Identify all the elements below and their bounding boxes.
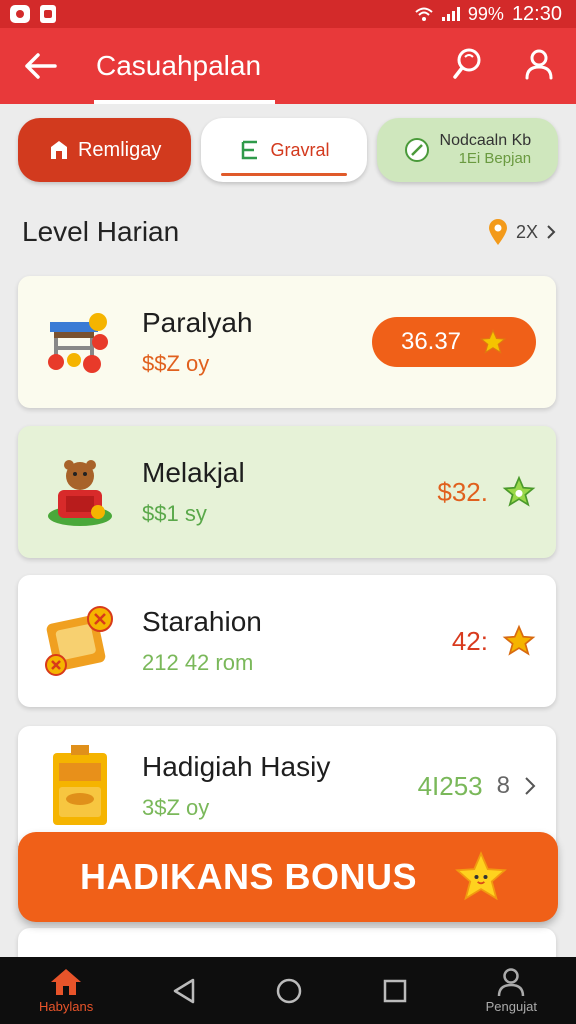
star-icon — [502, 624, 536, 656]
nav-home[interactable]: Habylans — [39, 967, 93, 1014]
task-price: $$Z oy — [142, 351, 210, 376]
nav-home-circle[interactable] — [275, 977, 303, 1005]
reward-value: 4I253 — [417, 770, 483, 801]
list-icon — [241, 140, 257, 160]
task-name: Melakjal — [142, 457, 245, 488]
shop-stall-icon — [30, 292, 130, 392]
task-card[interactable]: Paralyah $$Z oy 36.37 — [18, 276, 556, 408]
notification-icon — [10, 5, 30, 23]
claim-button[interactable]: 36.37 — [372, 317, 536, 367]
circle-home-icon — [277, 978, 302, 1003]
task-price: 212 42 rom — [142, 650, 254, 675]
section-link-text: 2X — [515, 221, 538, 242]
star-icon — [479, 328, 507, 354]
clock-text: 12:30 — [511, 2, 562, 25]
reward-tile-icon — [30, 591, 130, 691]
location-pin-icon — [488, 219, 507, 245]
app-bar: Casuahpalan — [0, 28, 576, 104]
chip-label: Gravral — [270, 139, 330, 160]
chevron-right-icon — [547, 225, 556, 239]
task-price: 3$Z oy — [142, 795, 210, 820]
task-name: Paralyah — [142, 307, 253, 338]
filter-chips: Remligay Gravral Nodcaaln Kb 1Ei Bepjan — [18, 118, 558, 184]
item-count: 8 — [496, 772, 510, 799]
user-icon — [525, 49, 553, 79]
chip-remligay[interactable]: Remligay — [18, 118, 192, 182]
task-card[interactable]: Hadigiah Hasiy 3$Z oy 4I253 8 — [18, 726, 556, 846]
page-title: Casuahpalan — [93, 28, 276, 104]
bottom-nav: Habylans Pengujat — [0, 957, 576, 1024]
search-icon — [453, 48, 481, 79]
star-icon — [502, 475, 536, 507]
chevron-right-icon — [525, 777, 536, 795]
chip-label: Nodcaaln Kb — [439, 132, 532, 149]
task-name: Starahion — [142, 606, 262, 637]
task-price: $$1 sy — [142, 501, 207, 526]
bonus-button-label: HADIKANS BONUS — [80, 856, 418, 897]
section-header: Level Harian 2X — [22, 212, 556, 252]
user-icon — [498, 968, 525, 997]
section-title: Level Harian — [22, 216, 180, 247]
square-recents-icon — [383, 979, 406, 1002]
chip-sublabel: 1Ei Bepjan — [458, 150, 532, 167]
star-mascot-icon — [455, 851, 507, 901]
shop-icon — [50, 141, 67, 159]
status-bar: 99% 12:30 — [0, 0, 576, 28]
arrow-left-icon — [25, 53, 57, 79]
reward-value: 42: — [451, 625, 488, 656]
reward-value: $32. — [437, 476, 488, 507]
wifi-icon — [415, 7, 433, 21]
section-more-link[interactable]: 2X — [488, 218, 556, 246]
battery-text: 99% — [467, 3, 504, 24]
nav-recents[interactable] — [382, 978, 408, 1004]
triangle-back-icon — [174, 978, 195, 1003]
chip-label: Remligay — [77, 138, 162, 161]
nav-profile-label: Pengujat — [485, 999, 537, 1014]
bear-chest-icon — [30, 442, 130, 542]
home-icon — [51, 969, 82, 995]
app-badge-icon — [40, 5, 56, 23]
reward-value: 36.37 — [400, 328, 462, 355]
treasure-box-icon — [30, 736, 130, 836]
task-name: Hadigiah Hasiy — [142, 751, 331, 782]
leaf-icon — [404, 138, 429, 162]
back-button[interactable] — [0, 28, 80, 104]
bonus-button[interactable]: HADIKANS BONUS — [18, 832, 558, 922]
task-card[interactable]: Melakjal $$1 sy $32. — [18, 426, 556, 558]
signal-icon — [441, 7, 460, 21]
chip-gravral[interactable]: Gravral — [201, 118, 367, 182]
nav-home-label: Habylans — [39, 999, 94, 1014]
chip-nodcaaln[interactable]: Nodcaaln Kb 1Ei Bepjan — [376, 118, 558, 182]
task-card[interactable]: Starahion 212 42 rom 42: — [18, 575, 556, 707]
nav-back[interactable] — [171, 977, 197, 1005]
profile-button[interactable] — [524, 48, 554, 85]
search-button[interactable] — [452, 47, 484, 86]
nav-profile[interactable]: Pengujat — [486, 967, 537, 1014]
